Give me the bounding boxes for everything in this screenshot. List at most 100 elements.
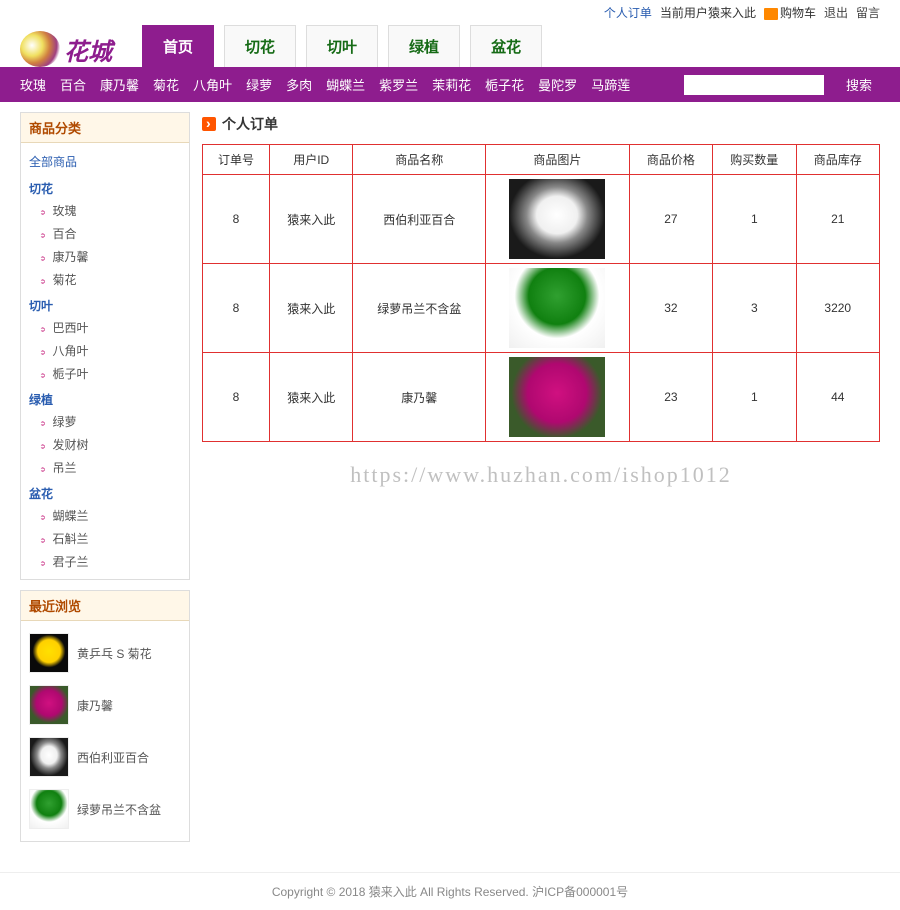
tab-2[interactable]: 切叶 [306,25,378,67]
table-row: 8猿来入此西伯利亚百合 27121 [203,175,880,264]
cat-link-1-0[interactable]: 巴西叶 [53,321,89,335]
cat-item: 巴西叶 [39,316,181,339]
cat-link-1-2[interactable]: 栀子叶 [53,367,89,381]
recent-item-0[interactable]: 黄乒乓 S 菊花 [29,627,181,679]
col-header-5: 购买数量 [713,145,796,175]
table-cell: 21 [796,175,879,264]
sidebar: 商品分类 全部商品 切花玫瑰百合康乃馨菊花切叶巴西叶八角叶栀子叶绿植绿萝发财树吊… [20,112,190,852]
arrow-icon [202,117,216,131]
nav-item-1[interactable]: 百合 [60,78,86,93]
product-image [509,179,605,259]
cat-item: 吊兰 [39,456,181,479]
cat-link-2-0[interactable]: 绿萝 [53,415,77,429]
recent-thumb-icon [29,633,69,673]
current-user-label: 当前用户猿来入此 [660,4,756,21]
recent-item-3[interactable]: 绿萝吊兰不含盆 [29,783,181,835]
nav-item-2[interactable]: 康乃馨 [100,78,139,93]
nav-item-6[interactable]: 多肉 [286,78,312,93]
cat-link-0-0[interactable]: 玫瑰 [53,204,77,218]
logo[interactable]: 花城 [20,31,112,67]
nav-item-8[interactable]: 紫罗兰 [379,78,418,93]
cat-link-0-3[interactable]: 菊花 [53,273,77,287]
cat-link-3-2[interactable]: 君子兰 [53,555,89,569]
message-link[interactable]: 留言 [856,4,880,21]
nav-item-10[interactable]: 栀子花 [485,78,524,93]
product-image [509,357,605,437]
cat-item: 玫瑰 [39,199,181,222]
nav-item-12[interactable]: 马蹄莲 [591,78,630,93]
tab-3[interactable]: 绿植 [388,25,460,67]
recent-thumb-icon [29,789,69,829]
nav-item-3[interactable]: 菊花 [153,78,179,93]
personal-order-link[interactable]: 个人订单 [604,4,652,21]
col-header-1: 用户ID [270,145,353,175]
categories-title: 商品分类 [21,113,189,143]
table-cell [486,175,630,264]
col-header-6: 商品库存 [796,145,879,175]
cat-item: 百合 [39,222,181,245]
nav-item-9[interactable]: 茉莉花 [432,78,471,93]
footer: Copyright © 2018 猿来入此 All Rights Reserve… [0,872,900,910]
nav-item-0[interactable]: 玫瑰 [20,78,46,93]
cat-item: 八角叶 [39,339,181,362]
cart-link[interactable]: 购物车 [764,4,816,21]
recent-title: 最近浏览 [21,591,189,621]
categories-panel: 商品分类 全部商品 切花玫瑰百合康乃馨菊花切叶巴西叶八角叶栀子叶绿植绿萝发财树吊… [20,112,190,580]
table-cell: 猿来入此 [270,175,353,264]
logo-icon [20,31,60,67]
cat-link-3-1[interactable]: 石斛兰 [53,532,89,546]
nav-bar: 玫瑰百合康乃馨菊花八角叶绿萝多肉蝴蝶兰紫罗兰茉莉花栀子花曼陀罗马蹄莲 搜索 [0,67,900,102]
table-cell: 3 [713,264,796,353]
cat-link-1-1[interactable]: 八角叶 [53,344,89,358]
table-row: 8猿来入此康乃馨23144 [203,353,880,442]
product-image [509,268,605,348]
cat-item: 君子兰 [39,550,181,573]
cart-icon [764,8,778,20]
cat-group-1[interactable]: 切叶 [29,291,181,316]
logout-link[interactable]: 退出 [824,4,848,21]
cat-group-2[interactable]: 绿植 [29,385,181,410]
table-cell: 23 [629,353,712,442]
cat-group-3[interactable]: 盆花 [29,479,181,504]
tab-1[interactable]: 切花 [224,25,296,67]
cat-link-0-1[interactable]: 百合 [53,227,77,241]
cat-item: 石斛兰 [39,527,181,550]
cat-link-3-0[interactable]: 蝴蝶兰 [53,509,89,523]
col-header-4: 商品价格 [629,145,712,175]
table-cell: 西伯利亚百合 [353,175,486,264]
table-cell: 8 [203,175,270,264]
cat-item: 蝴蝶兰 [39,504,181,527]
recent-item-1[interactable]: 康乃馨 [29,679,181,731]
table-cell: 猿来入此 [270,264,353,353]
cat-link-2-2[interactable]: 吊兰 [53,461,77,475]
table-cell: 27 [629,175,712,264]
nav-item-5[interactable]: 绿萝 [246,78,272,93]
recent-item-2[interactable]: 西伯利亚百合 [29,731,181,783]
header-row: 花城 首页切花切叶绿植盆花 [0,25,900,67]
tab-0[interactable]: 首页 [142,25,214,67]
content-area: 个人订单 订单号用户ID商品名称商品图片商品价格购买数量商品库存 8猿来入此西伯… [202,112,880,852]
table-cell [486,264,630,353]
cat-group-0[interactable]: 切花 [29,174,181,199]
order-table: 订单号用户ID商品名称商品图片商品价格购买数量商品库存 8猿来入此西伯利亚百合2… [202,144,880,442]
recent-thumb-icon [29,685,69,725]
search-input[interactable] [684,75,824,95]
recent-thumb-icon [29,737,69,777]
nav-item-11[interactable]: 曼陀罗 [538,78,577,93]
table-cell: 8 [203,353,270,442]
table-cell: 1 [713,353,796,442]
cat-link-0-2[interactable]: 康乃馨 [53,250,89,264]
recent-name: 绿萝吊兰不含盆 [77,801,161,818]
tab-4[interactable]: 盆花 [470,25,542,67]
all-products-link[interactable]: 全部商品 [29,149,181,174]
table-cell: 绿萝吊兰不含盆 [353,264,486,353]
table-cell: 1 [713,175,796,264]
cat-link-2-1[interactable]: 发财树 [53,438,89,452]
col-header-0: 订单号 [203,145,270,175]
col-header-3: 商品图片 [486,145,630,175]
nav-item-7[interactable]: 蝴蝶兰 [326,78,365,93]
search-button[interactable]: 搜索 [838,73,880,96]
cat-item: 菊花 [39,268,181,291]
nav-item-4[interactable]: 八角叶 [193,78,232,93]
recent-panel: 最近浏览 黄乒乓 S 菊花康乃馨西伯利亚百合绿萝吊兰不含盆 [20,590,190,842]
